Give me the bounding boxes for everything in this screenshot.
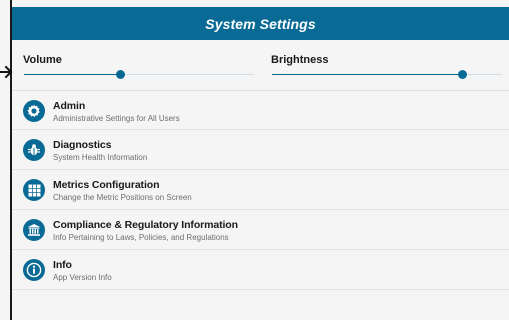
menu-item-title: Metrics Configuration — [53, 179, 160, 191]
volume-slider[interactable] — [24, 70, 254, 79]
menu-item-subtitle: App Version Info — [53, 273, 112, 282]
menu-item-title: Compliance & Regulatory Information — [53, 219, 238, 231]
gear-icon — [23, 100, 45, 122]
settings-window: System Settings Volume Brightness Admin … — [0, 0, 509, 320]
settings-menu: Admin Administrative Settings for All Us… — [12, 90, 509, 290]
menu-item-subtitle: Change the Metric Positions on Screen — [53, 193, 192, 202]
brightness-slider-fill — [272, 74, 463, 75]
volume-slider-thumb[interactable] — [116, 70, 126, 79]
menu-item-compliance[interactable]: Compliance & Regulatory Information Info… — [12, 210, 509, 250]
menu-item-title: Admin — [53, 100, 86, 112]
menu-item-subtitle: Info Pertaining to Laws, Policies, and R… — [53, 233, 229, 242]
brightness-slider[interactable] — [272, 70, 502, 79]
slider-row: Volume Brightness — [12, 40, 509, 90]
bug-icon — [23, 139, 45, 161]
menu-item-title: Info — [53, 259, 72, 271]
brightness-control: Brightness — [260, 40, 509, 90]
brightness-slider-thumb[interactable] — [458, 70, 468, 79]
brightness-label: Brightness — [271, 54, 329, 66]
menu-item-admin[interactable]: Admin Administrative Settings for All Us… — [12, 90, 509, 130]
menu-item-title: Diagnostics — [53, 139, 112, 151]
volume-label: Volume — [23, 54, 62, 66]
page-title: System Settings — [205, 15, 316, 32]
menu-item-metrics-configuration[interactable]: Metrics Configuration Change the Metric … — [12, 170, 509, 210]
menu-item-info[interactable]: Info App Version Info — [12, 250, 509, 290]
title-bar: System Settings — [12, 7, 509, 40]
info-icon — [23, 259, 45, 281]
volume-slider-fill — [24, 74, 121, 75]
menu-item-diagnostics[interactable]: Diagnostics System Health Information — [12, 130, 509, 170]
institution-icon — [23, 219, 45, 241]
grid-icon — [23, 179, 45, 201]
volume-control: Volume — [12, 40, 260, 90]
menu-item-subtitle: System Health Information — [53, 153, 148, 162]
menu-item-subtitle: Administrative Settings for All Users — [53, 114, 180, 123]
